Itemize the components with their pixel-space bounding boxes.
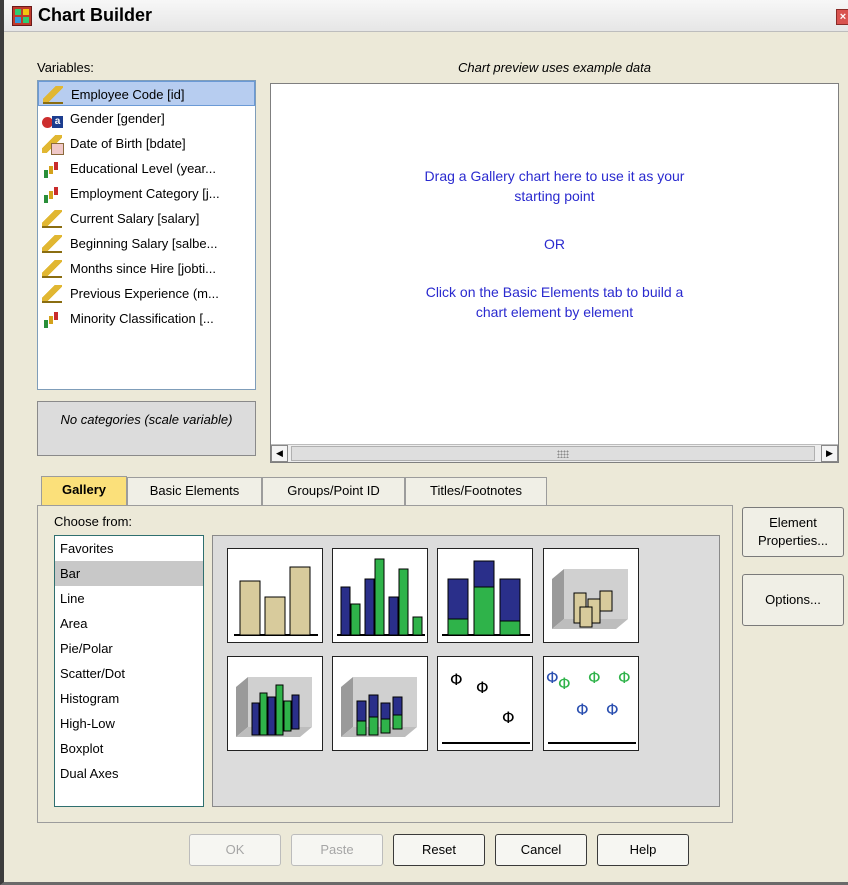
chart-type-favorites[interactable]: Favorites [55,536,203,561]
scale-ruler-icon [42,285,62,303]
3d-stacked-bar-thumbnail[interactable] [332,656,428,751]
options-button[interactable]: Options... [742,574,844,626]
scroll-thumb[interactable] [291,446,815,461]
chart-type-boxplot[interactable]: Boxplot [55,736,203,761]
element-properties-label-1: Element [769,515,817,530]
svg-text:Φ: Φ [450,670,463,689]
gallery-thumbnails: Φ Φ Φ Φ Φ Φ Φ Φ Φ [212,535,720,807]
variable-item-current-salary[interactable]: Current Salary [salary] [38,206,255,231]
variable-label: Gender [gender] [70,111,165,126]
3d-clustered-bar-thumbnail[interactable] [227,656,323,751]
preview-line-2: starting point [514,188,595,204]
clustered-error-bar-thumbnail[interactable]: Φ Φ Φ Φ Φ Φ [543,656,639,751]
chart-type-dual-axes[interactable]: Dual Axes [55,761,203,786]
scroll-left-arrow-icon[interactable]: ◀ [271,445,288,462]
svg-text:Φ: Φ [588,668,601,687]
svg-text:Φ: Φ [546,668,559,687]
tab-gallery[interactable]: Gallery [41,476,127,506]
variable-item-previous-experience[interactable]: Previous Experience (m... [38,281,255,306]
element-properties-button[interactable]: Element Properties... [742,507,844,557]
3d-bar-thumbnail[interactable] [543,548,639,643]
variable-label: Educational Level (year... [70,161,216,176]
variable-item-months-since-hire[interactable]: Months since Hire [jobti... [38,256,255,281]
simple-bar-thumbnail[interactable] [227,548,323,643]
date-icon [42,135,64,155]
variable-label: Current Salary [salary] [70,211,200,226]
help-button[interactable]: Help [597,834,689,866]
svg-text:Φ: Φ [618,668,631,687]
svg-text:Φ: Φ [558,674,571,693]
chart-type-high-low[interactable]: High-Low [55,711,203,736]
variable-item-employee-code[interactable]: Employee Code [id] [38,81,255,106]
scroll-right-arrow-icon[interactable]: ▶ [821,445,838,462]
chart-preview-canvas[interactable]: Drag a Gallery chart here to use it as y… [270,83,839,463]
title-bar: Chart Builder × [4,0,848,32]
preview-caption: Chart preview uses example data [458,60,651,75]
scale-ruler-icon [42,260,62,278]
variables-label-text: Variables: [37,60,94,75]
ordinal-bars-icon [42,160,62,178]
chart-type-pie-polar[interactable]: Pie/Polar [55,636,203,661]
variable-item-minority-classification[interactable]: Minority Classification [... [38,306,255,331]
tab-groups-point-id[interactable]: Groups/Point ID [262,477,405,505]
paste-button[interactable]: Paste [291,834,383,866]
scale-ruler-icon [42,210,62,228]
clustered-bar-thumbnail[interactable] [332,548,428,643]
app-icon [12,6,32,26]
ok-button[interactable]: OK [189,834,281,866]
variables-label: Variables: [37,60,94,75]
scale-ruler-icon [43,86,63,104]
close-icon[interactable]: × [836,9,848,25]
stacked-bar-thumbnail[interactable] [437,548,533,643]
svg-text:Φ: Φ [576,700,589,719]
svg-text:Φ: Φ [476,678,489,697]
ordinal-bars-icon [42,185,62,203]
variable-label: Months since Hire [jobti... [70,261,216,276]
choose-from-label: Choose from: [54,514,133,529]
chart-type-scatter-dot[interactable]: Scatter/Dot [55,661,203,686]
variable-label: Employment Category [j... [70,186,220,201]
variables-list[interactable]: Employee Code [id] Gender [gender] Date … [37,80,256,390]
tab-basic-elements[interactable]: Basic Elements [127,477,262,505]
error-bar-thumbnail[interactable]: Φ Φ Φ [437,656,533,751]
preview-line-4: chart element by element [475,304,634,320]
scale-ruler-icon [42,235,62,253]
preview-line-1: Drag a Gallery chart here to use it as y… [424,168,685,184]
variable-item-gender[interactable]: Gender [gender] [38,106,255,131]
variable-label: Minority Classification [... [70,311,214,326]
horizontal-scrollbar[interactable]: ◀ ▶ [271,444,838,462]
grip-icon [557,450,569,458]
variable-item-employment-category[interactable]: Employment Category [j... [38,181,255,206]
chart-type-histogram[interactable]: Histogram [55,686,203,711]
chart-type-area[interactable]: Area [55,611,203,636]
variable-label: Employee Code [id] [71,87,185,102]
preview-or: OR [544,236,565,252]
window-title: Chart Builder [38,5,153,25]
chart-type-list[interactable]: Favorites Bar Line Area Pie/Polar Scatte… [54,535,204,807]
preview-line-3: Click on the Basic Elements tab to build… [425,284,684,300]
variable-item-educational-level[interactable]: Educational Level (year... [38,156,255,181]
chart-type-line[interactable]: Line [55,586,203,611]
svg-text:Φ: Φ [502,708,515,727]
variable-label: Previous Experience (m... [70,286,219,301]
no-categories-box: No categories (scale variable) [37,401,256,456]
variable-item-date-of-birth[interactable]: Date of Birth [bdate] [38,131,255,156]
svg-text:Φ: Φ [606,700,619,719]
variable-label: Date of Birth [bdate] [70,136,186,151]
variable-item-beginning-salary[interactable]: Beginning Salary [salbe... [38,231,255,256]
chart-builder-window: Chart Builder × Variables: Employee Code… [0,0,848,885]
chart-type-bar[interactable]: Bar [55,561,203,586]
variable-label: Beginning Salary [salbe... [70,236,218,251]
element-properties-label-2: Properties... [757,533,829,548]
tab-titles-footnotes[interactable]: Titles/Footnotes [405,477,547,505]
cancel-button[interactable]: Cancel [495,834,587,866]
ordinal-bars-icon [42,310,62,328]
nominal-icon [42,110,63,128]
reset-button[interactable]: Reset [393,834,485,866]
